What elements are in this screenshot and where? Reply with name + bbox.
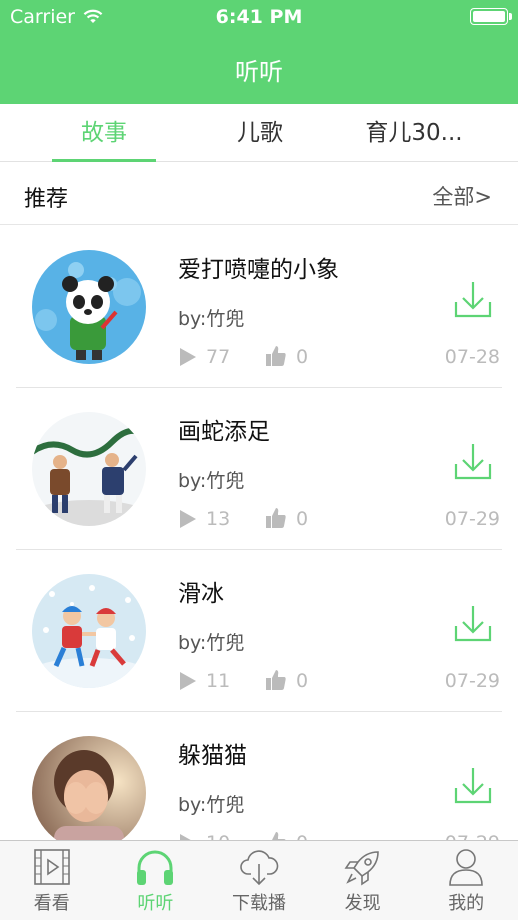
item-date: 07-29 xyxy=(444,670,500,692)
tabbar-label: 听听 xyxy=(137,893,174,914)
thumbs-up-icon xyxy=(266,346,286,366)
page-title: 听听 xyxy=(235,58,283,86)
list-item[interactable]: 躲猫猫 by:竹兜 10 0 07-29 xyxy=(0,712,518,840)
rocket-icon xyxy=(311,847,415,887)
item-title: 画蛇添足 xyxy=(178,419,270,445)
item-title: 滑冰 xyxy=(178,581,224,607)
two-men-drawing-illustration xyxy=(32,412,146,526)
like-count: 0 xyxy=(296,670,309,692)
thumbs-up-icon xyxy=(272,832,286,840)
status-bar: Carrier 6:41 PM xyxy=(0,0,518,34)
play-count: 10 xyxy=(206,832,230,840)
cloud-download-icon xyxy=(207,847,311,887)
tabbar-item-download[interactable]: 下载播 xyxy=(207,841,311,920)
play-count-icon xyxy=(180,510,196,528)
view-all-link[interactable]: 全部> xyxy=(432,181,492,211)
play-count: 11 xyxy=(206,670,231,692)
tabbar-item-me[interactable]: 我的 xyxy=(414,841,518,920)
headphones-icon xyxy=(104,847,208,887)
like-count: 0 xyxy=(296,832,308,840)
tab-songs[interactable]: 儿歌 xyxy=(208,104,312,162)
item-title: 爱打喷嚏的小象 xyxy=(178,257,339,283)
tabbar-item-listen[interactable]: 听听 xyxy=(104,841,208,920)
section-header: 推荐 全部> xyxy=(0,163,518,225)
tab-stories[interactable]: 故事 xyxy=(52,104,156,162)
download-icon[interactable] xyxy=(454,442,492,480)
clock: 6:41 PM xyxy=(215,6,303,28)
video-icon xyxy=(0,847,104,887)
play-count: 77 xyxy=(206,346,231,368)
screen: Carrier 6:41 PM 听听 故事 儿歌 育儿30... 推荐 全部> xyxy=(0,0,518,920)
panda-illustration xyxy=(32,250,146,364)
section-title: 推荐 xyxy=(24,187,69,212)
item-date: 07-29 xyxy=(444,508,500,530)
tab-parenting[interactable]: 育儿30... xyxy=(354,104,474,162)
play-count: 13 xyxy=(206,508,231,530)
kids-skating-illustration xyxy=(32,574,146,688)
tabbar-label: 我的 xyxy=(448,893,485,914)
download-icon[interactable] xyxy=(454,766,492,804)
active-tab-indicator xyxy=(52,159,156,162)
nav-header: Carrier 6:41 PM 听听 xyxy=(0,0,518,104)
like-count: 0 xyxy=(296,346,309,368)
tabbar-label: 下载播 xyxy=(231,893,286,914)
item-title: 躲猫猫 xyxy=(178,743,247,769)
play-count-icon xyxy=(180,672,196,690)
item-author: by:竹兜 xyxy=(178,794,245,816)
item-date: 07-28 xyxy=(444,346,500,368)
story-list: 爱打喷嚏的小象 by:竹兜 77 0 07-28 画蛇添足 by:竹兜 13 0… xyxy=(0,226,518,840)
category-tabs: 故事 儿歌 育儿30... xyxy=(0,104,518,162)
item-date: 07-29 xyxy=(445,832,500,840)
download-icon[interactable] xyxy=(454,280,492,318)
tabbar-item-discover[interactable]: 发现 xyxy=(311,841,415,920)
bottom-tab-bar: 看看 听听 下载播 发现 我的 xyxy=(0,840,518,920)
download-icon[interactable] xyxy=(454,604,492,642)
child-hiding-photo xyxy=(32,736,146,840)
item-author: by:竹兜 xyxy=(178,470,245,492)
like-count: 0 xyxy=(296,508,309,530)
list-item[interactable]: 画蛇添足 by:竹兜 13 0 07-29 xyxy=(0,388,518,550)
tabbar-label: 看看 xyxy=(33,893,70,914)
item-author: by:竹兜 xyxy=(178,632,245,654)
item-author: by:竹兜 xyxy=(178,308,245,330)
thumbs-up-icon xyxy=(266,508,286,528)
play-count-icon xyxy=(180,348,196,366)
thumbs-up-icon xyxy=(266,670,286,690)
list-item[interactable]: 爱打喷嚏的小象 by:竹兜 77 0 07-28 xyxy=(0,226,518,388)
list-item[interactable]: 滑冰 by:竹兜 11 0 07-29 xyxy=(0,550,518,712)
tabbar-label: 发现 xyxy=(344,893,381,914)
user-icon xyxy=(414,847,518,887)
tabbar-item-watch[interactable]: 看看 xyxy=(0,841,104,920)
battery-icon xyxy=(470,8,512,25)
